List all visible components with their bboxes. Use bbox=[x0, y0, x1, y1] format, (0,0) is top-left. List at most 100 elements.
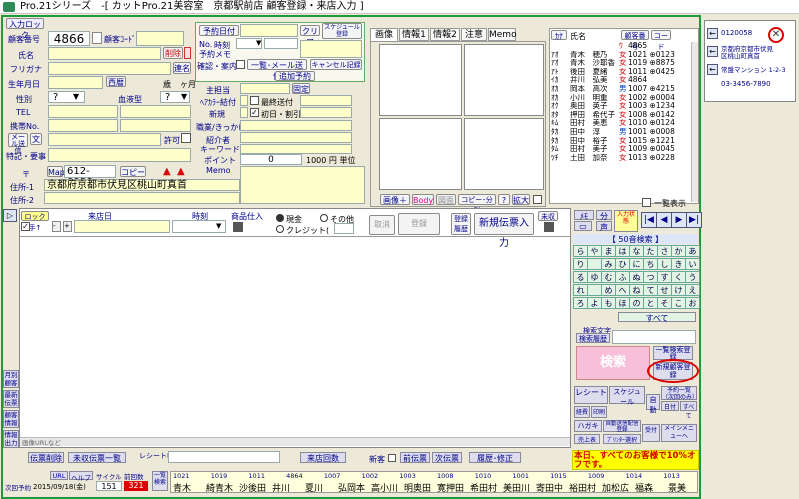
history-edit-button[interactable]: 履歴･修正 bbox=[469, 452, 521, 463]
image-slot-1[interactable] bbox=[379, 44, 462, 116]
kana-button[interactable] bbox=[587, 258, 602, 270]
side-prev2-icon[interactable]: ← bbox=[707, 46, 718, 57]
tab-image[interactable]: 画像 bbox=[370, 28, 398, 41]
kana-button[interactable]: ま bbox=[601, 245, 616, 257]
visit-date-input[interactable] bbox=[74, 220, 170, 233]
recent-customer-name[interactable]: 福森 bbox=[635, 481, 653, 494]
voice-button[interactable]: 声 bbox=[596, 221, 612, 232]
visit-count-button[interactable]: 来店回数 bbox=[300, 452, 346, 463]
nav-next-icon[interactable]: ▶ bbox=[671, 212, 687, 228]
kana-button[interactable]: ぬ bbox=[629, 271, 644, 283]
kana-button[interactable]: と bbox=[643, 297, 658, 309]
add-reserve-button[interactable]: 追加予約 bbox=[275, 71, 315, 81]
kana-button[interactable]: か bbox=[671, 245, 686, 257]
recent-customer-name[interactable]: 夏川 bbox=[305, 481, 323, 494]
kana-button[interactable]: う bbox=[685, 271, 700, 283]
reserve-time-chevron-down-icon[interactable]: ▼ bbox=[256, 39, 261, 47]
tab-info2[interactable]: 情報2 bbox=[430, 28, 460, 41]
kana-button[interactable]: し bbox=[657, 258, 672, 270]
expand-arrow-icon[interactable]: ▷ bbox=[3, 209, 17, 222]
list-search-register-button[interactable]: 一覧検索登録 bbox=[653, 346, 693, 361]
recent-customer-name[interactable]: 加松広 bbox=[602, 481, 629, 494]
kana-button[interactable]: す bbox=[657, 271, 672, 283]
nav-last-icon[interactable]: ▶| bbox=[686, 212, 702, 228]
face-button[interactable]: 図面 bbox=[436, 194, 456, 205]
customer-no-spinner[interactable] bbox=[92, 32, 102, 44]
image-slot-3[interactable] bbox=[379, 118, 462, 190]
list-item[interactable]: ﾀﾑ 田村 美子 女 1009 ⊕0045 bbox=[551, 145, 691, 154]
code-sort-button[interactable]: コード bbox=[651, 30, 671, 51]
customer-info-button[interactable]: 顧客情報 bbox=[3, 410, 19, 428]
customer-no-sort-button[interactable]: 顧客番号 bbox=[621, 30, 649, 51]
mail-send-button[interactable]: メール送信 bbox=[8, 133, 28, 155]
next-slip-button[interactable]: 次伝票 bbox=[432, 452, 462, 463]
kana-button[interactable]: き bbox=[671, 258, 686, 270]
gender-chevron-down-icon[interactable]: ▼ bbox=[73, 92, 79, 101]
side-prev-icon[interactable]: ← bbox=[707, 28, 718, 39]
tel-input[interactable] bbox=[48, 105, 118, 118]
list-item[interactable]: ﾀｶ 田中 裕子 女 1015 ⊕1221 bbox=[551, 137, 691, 146]
receipt-no-input[interactable] bbox=[168, 451, 280, 463]
prev-slip-button[interactable]: 前伝票 bbox=[400, 452, 430, 463]
warning-icon[interactable]: ▲ bbox=[163, 166, 171, 177]
list-item[interactable]: ｳ 4865 bbox=[551, 42, 691, 51]
hagaki-button[interactable]: ハガキ bbox=[574, 420, 602, 432]
tel2-input[interactable] bbox=[120, 105, 191, 118]
list-item[interactable]: ｱｵ 青木 沙耶香女 1019 ⊕8875 bbox=[551, 59, 691, 68]
reserve-date-button[interactable]: 予約日付 bbox=[199, 25, 239, 36]
address1-input[interactable]: 京都府京都市伏見区桃山町真首 bbox=[44, 179, 240, 191]
first-discount-input[interactable] bbox=[300, 107, 352, 118]
kana-button[interactable]: あ bbox=[685, 245, 700, 257]
help-button[interactable]: ヘルプ bbox=[69, 471, 93, 482]
search-chars-input[interactable] bbox=[612, 330, 696, 344]
copy-address-button[interactable]: コピー bbox=[120, 166, 146, 177]
list-item[interactable]: ｵｸ 奥田 英子 女 1003 ⊕1234 bbox=[551, 102, 691, 111]
kana-button[interactable]: こ bbox=[671, 297, 686, 309]
birthday-input[interactable] bbox=[48, 76, 103, 89]
fixed-button[interactable]: 固定 bbox=[292, 83, 310, 94]
slip-delete-button[interactable]: 伝票削除 bbox=[28, 452, 64, 463]
recent-customer-name[interactable]: 希田村 bbox=[470, 481, 497, 494]
all2-button[interactable]: すべて bbox=[680, 401, 697, 420]
printer-select-button[interactable]: ﾌﾟﾘﾝﾀｰ選択 bbox=[603, 434, 641, 444]
sales-table-button[interactable]: 売上表 bbox=[574, 434, 600, 444]
credit-select[interactable] bbox=[334, 223, 354, 234]
list-item[interactable]: ｵｶ 小川 明重 女 1002 ⊕0004 bbox=[551, 94, 691, 103]
display-all-checkbox[interactable] bbox=[642, 198, 651, 207]
receipt-button[interactable]: レシート bbox=[574, 386, 608, 404]
kana-button[interactable]: さ bbox=[657, 245, 672, 257]
kana-button[interactable]: れ bbox=[573, 284, 588, 296]
recent-customer-name[interactable]: 弘岡本 bbox=[338, 481, 365, 494]
visit-date-plus-button[interactable]: + bbox=[63, 221, 72, 232]
schedule-button[interactable]: スケジュール bbox=[609, 386, 645, 406]
new-input[interactable] bbox=[240, 107, 248, 118]
visit-lock-checkbox[interactable]: ✓ bbox=[21, 222, 30, 231]
recent-customer-name[interactable]: 綺青木 bbox=[206, 481, 233, 494]
cash-radio[interactable] bbox=[276, 214, 284, 222]
kana-button[interactable]: お bbox=[685, 297, 700, 309]
auto-button[interactable]: 自動 bbox=[646, 394, 660, 414]
kana-button[interactable]: く bbox=[671, 271, 686, 283]
visit-lock-button[interactable]: ロック手↑ bbox=[21, 211, 49, 232]
list-item[interactable]: ﾂﾁ 土田 加奈 女 1013 ⊕0228 bbox=[551, 154, 691, 163]
expense-button[interactable]: 経費 bbox=[574, 406, 590, 418]
cancel-record-button[interactable]: キャンセル記録 bbox=[310, 59, 362, 70]
side-close-icon[interactable]: ✕ bbox=[768, 27, 784, 43]
copy-split-button[interactable]: コピー･分割 bbox=[458, 194, 496, 215]
recent-customer-name[interactable]: 裕田村 bbox=[569, 481, 596, 494]
kana-button[interactable]: そ bbox=[657, 297, 672, 309]
zoom-checkbox[interactable] bbox=[533, 195, 542, 204]
delete-button[interactable]: 削除 bbox=[163, 47, 183, 59]
recent-customer-name[interactable]: 沙後田 bbox=[239, 481, 266, 494]
input-status-button[interactable]: 入力状態 bbox=[614, 210, 638, 232]
recent-customer-name[interactable]: 高小川 bbox=[371, 481, 398, 494]
other-radio[interactable] bbox=[320, 214, 328, 222]
recent-customer-name[interactable]: 井川 bbox=[272, 481, 290, 494]
visit-table-scrollbar[interactable] bbox=[20, 437, 570, 446]
recent-customer-name[interactable]: 景美 bbox=[668, 481, 686, 494]
list-item[interactable]: ｵﾀ 押田 希代子女 1008 ⊕0142 bbox=[551, 111, 691, 120]
unreceived-list-button[interactable]: 未収伝票一覧 bbox=[68, 452, 126, 463]
kana-button[interactable]: ち bbox=[643, 258, 658, 270]
unpaid-button[interactable]: 未収 bbox=[538, 211, 558, 221]
nav-first-icon[interactable]: |◀ bbox=[641, 212, 657, 228]
